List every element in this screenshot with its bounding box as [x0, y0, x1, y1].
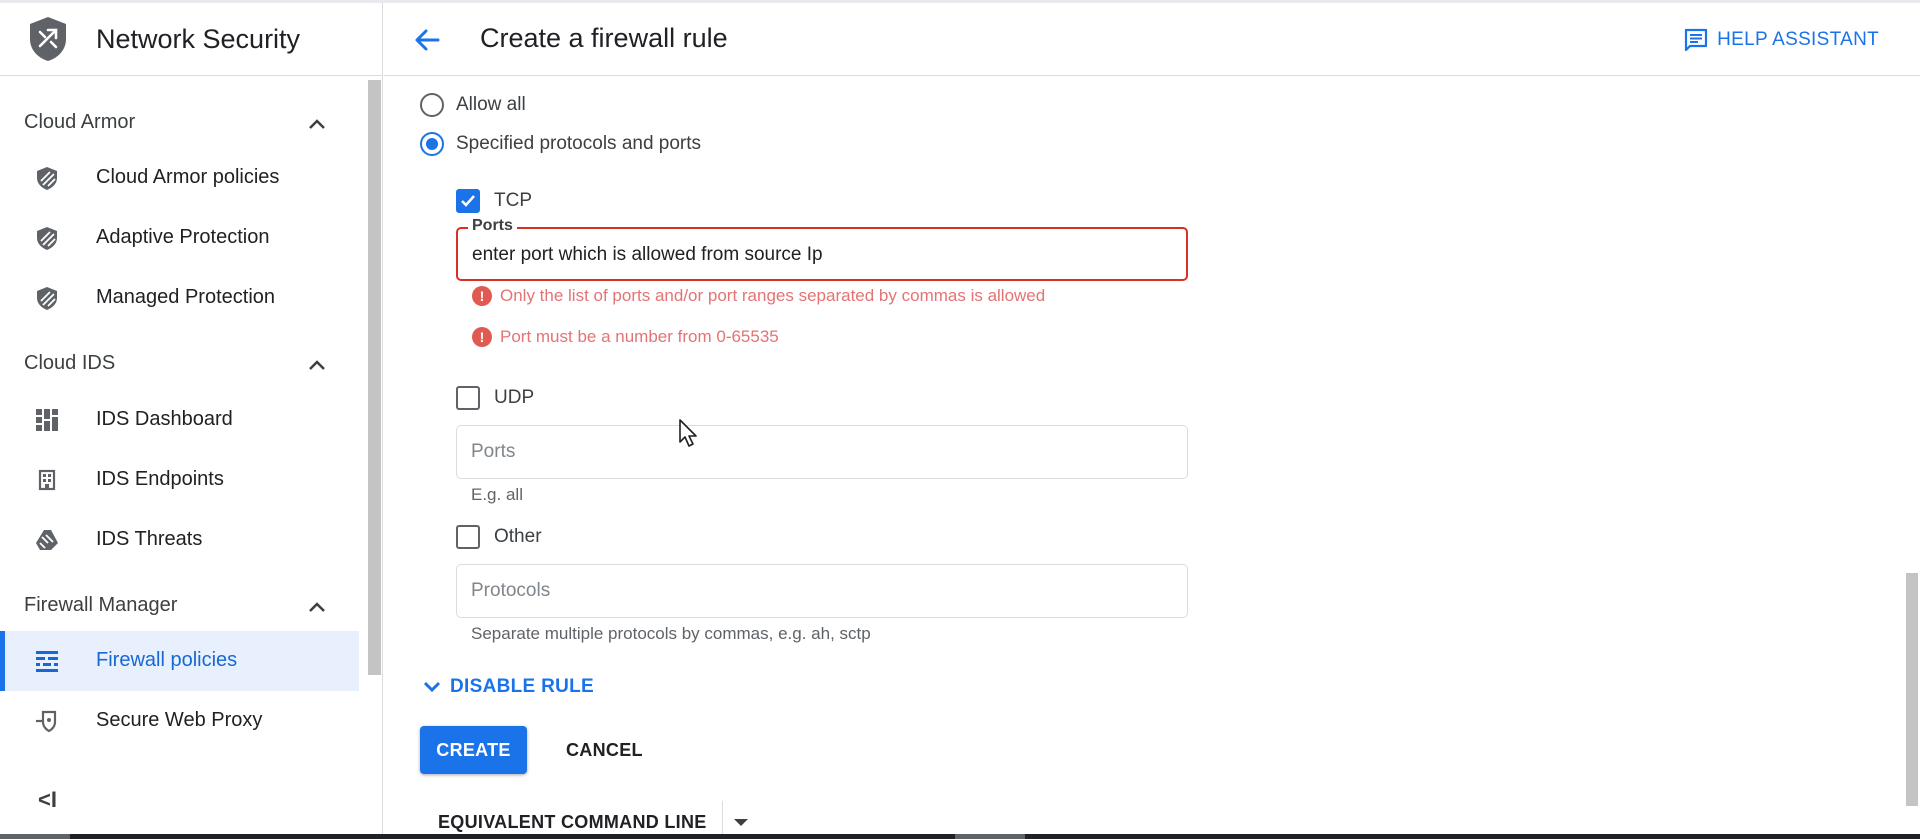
section-firewall-manager[interactable]: Firewall Manager [24, 594, 177, 617]
chevron-up-icon[interactable] [308, 601, 326, 613]
sidebar-item-managed-protection[interactable]: Managed Protection [0, 268, 359, 328]
back-arrow-icon[interactable] [412, 25, 442, 55]
firewall-icon [36, 651, 58, 672]
shield-icon [37, 227, 57, 250]
sidebar: Network Security Cloud Armor Cloud Armor… [0, 3, 383, 839]
sidebar-scrollbar[interactable] [368, 80, 381, 675]
error-text: Only the list of ports and/or port range… [500, 286, 1046, 305]
radio-button[interactable] [420, 93, 444, 117]
help-assistant-button[interactable]: HELP ASSISTANT [1683, 27, 1879, 53]
sidebar-item-firewall-policies[interactable]: Firewall policies [0, 631, 359, 691]
error-icon: ! [472, 327, 492, 347]
help-assistant-label: HELP ASSISTANT [1717, 29, 1879, 50]
sidebar-item-ids-endpoints[interactable]: IDS Endpoints [0, 450, 359, 510]
equivalent-command-line-button[interactable]: EQUIVALENT COMMAND LINE [438, 812, 707, 833]
chat-icon [1685, 28, 1708, 52]
other-protocols-field[interactable]: Protocols [456, 564, 1188, 618]
checkmark-icon [461, 195, 475, 207]
bar-segment [0, 834, 70, 839]
page-title: Create a firewall rule [480, 23, 728, 53]
threats-icon [36, 530, 58, 550]
sidebar-item-label: Firewall policies [96, 649, 238, 671]
tcp-checkbox[interactable] [456, 189, 480, 213]
bar-segment [955, 834, 1025, 839]
other-label: Other [494, 526, 542, 547]
create-button[interactable]: CREATE [420, 726, 527, 774]
sidebar-item-label: Secure Web Proxy [96, 709, 263, 731]
udp-label: UDP [494, 387, 535, 408]
sidebar-item-label: IDS Dashboard [96, 408, 233, 430]
sidebar-item-label: Cloud Armor policies [96, 166, 280, 188]
tcp-ports-label: Ports [468, 217, 517, 235]
error-icon: ! [472, 286, 492, 306]
network-security-logo-icon [30, 17, 66, 61]
radio-specified-protocols[interactable]: Specified protocols and ports [420, 132, 701, 156]
tcp-ports-field[interactable]: Ports enter port which is allowed from s… [456, 217, 1188, 281]
error-text: Port must be a number from 0-65535 [500, 327, 779, 346]
udp-ports-field[interactable]: Ports [456, 425, 1188, 479]
disable-rule-label: DISABLE RULE [450, 676, 594, 697]
sidebar-header: Network Security [0, 3, 383, 76]
dashboard-icon [36, 409, 58, 431]
proxy-icon [36, 710, 57, 733]
sidebar-item-cloud-armor-policies[interactable]: Cloud Armor policies [0, 148, 359, 208]
tcp-label: TCP [494, 190, 532, 211]
section-cloud-ids[interactable]: Cloud IDS [24, 352, 115, 375]
cancel-button[interactable]: CANCEL [556, 726, 653, 774]
error-message: ! Port must be a number from 0-65535 [472, 327, 779, 347]
active-indicator [0, 631, 5, 691]
mouse-cursor-icon [679, 419, 697, 447]
other-checkbox-row[interactable]: Other [456, 525, 542, 549]
chevron-down-icon [423, 681, 441, 693]
form-content: Allow all Specified protocols and ports … [384, 77, 1920, 839]
disable-rule-toggle[interactable]: DISABLE RULE [420, 675, 594, 699]
sidebar-item-label: Adaptive Protection [96, 226, 270, 248]
sidebar-item-ids-dashboard[interactable]: IDS Dashboard [0, 390, 359, 450]
radio-label: Specified protocols and ports [456, 133, 702, 154]
other-hint: Separate multiple protocols by commas, e… [471, 624, 871, 643]
sidebar-item-ids-threats[interactable]: IDS Threats [0, 510, 359, 570]
section-cloud-armor[interactable]: Cloud Armor [24, 111, 135, 134]
main-scrollbar[interactable] [1906, 573, 1918, 806]
tcp-ports-input[interactable]: enter port which is allowed from source … [472, 244, 823, 266]
sidebar-item-label: Managed Protection [96, 286, 276, 308]
product-title: Network Security [96, 24, 301, 54]
chevron-up-icon[interactable] [308, 118, 326, 130]
udp-ports-placeholder: Ports [471, 441, 516, 462]
other-checkbox[interactable] [456, 525, 480, 549]
radio-button-selected[interactable] [420, 132, 444, 156]
dropdown-arrow-icon[interactable] [734, 819, 748, 826]
radio-label: Allow all [456, 94, 526, 115]
error-message: ! Only the list of ports and/or port ran… [472, 286, 1045, 306]
tcp-checkbox-row[interactable]: TCP [456, 189, 532, 213]
sidebar-item-adaptive-protection[interactable]: Adaptive Protection [0, 208, 359, 268]
bottom-status-bar [0, 834, 1920, 839]
udp-checkbox[interactable] [456, 386, 480, 410]
shield-icon [37, 287, 57, 310]
other-protocols-placeholder: Protocols [471, 580, 551, 601]
collapse-sidebar-button[interactable]: <I [38, 787, 57, 813]
udp-checkbox-row[interactable]: UDP [456, 386, 534, 410]
radio-allow-all[interactable]: Allow all [420, 93, 526, 117]
chevron-up-icon[interactable] [308, 359, 326, 371]
endpoint-icon [38, 469, 56, 491]
sidebar-item-label: IDS Endpoints [96, 468, 224, 490]
sidebar-item-secure-web-proxy[interactable]: Secure Web Proxy [0, 691, 359, 751]
sidebar-item-label: IDS Threats [96, 528, 203, 550]
shield-icon [37, 167, 57, 190]
page-header: Create a firewall rule HELP ASSISTANT [384, 3, 1920, 76]
udp-hint: E.g. all [471, 485, 523, 504]
